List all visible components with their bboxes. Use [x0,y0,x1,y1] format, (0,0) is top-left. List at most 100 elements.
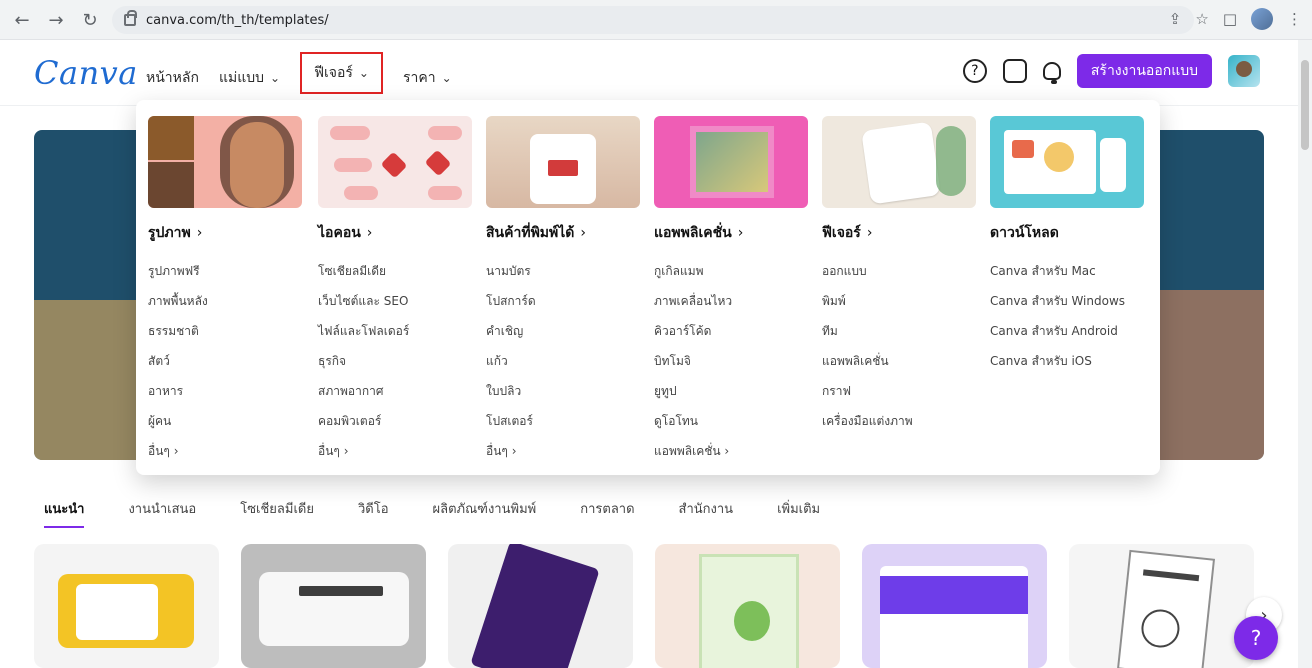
menu-link[interactable]: Canva สำหรับ Android [990,316,1150,346]
menu-column-title[interactable]: ฟีเจอร์ › [822,222,976,244]
scrollbar-thumb[interactable] [1301,60,1309,150]
gear-icon[interactable] [1002,59,1027,83]
menu-column-title[interactable]: รูปภาพ › [148,222,302,244]
menu-link[interactable]: โซเชียลมีเดีย [318,256,472,286]
profile-avatar-icon[interactable] [1251,8,1273,30]
menu-link[interactable]: ยูทูป [654,376,808,406]
menu-column-title[interactable]: ดาวน์โหลด [990,222,1150,244]
menu-link[interactable]: Canva สำหรับ Mac [990,256,1150,286]
apps-thumbnail[interactable] [654,116,808,208]
chevron-down-icon: ⌄ [358,66,369,80]
url-text: canva.com/th_th/templates/ [146,12,329,28]
menu-link[interactable]: เครื่องมือแต่งภาพ [822,406,976,436]
menu-link[interactable]: ไฟล์และโฟลเดอร์ [318,316,472,346]
menu-link-label: อื่นๆ [148,444,170,458]
nav-item-templates[interactable]: แม่แบบ ⌄ [219,67,280,89]
menu-link[interactable]: ทีม [822,316,976,346]
bell-icon[interactable] [1042,62,1061,84]
photos-thumbnail[interactable] [148,116,302,208]
template-card[interactable] [1069,544,1254,668]
help-icon[interactable]: ? [962,59,987,83]
menu-link[interactable]: ธรรมชาติ [148,316,302,346]
tab-presentations[interactable]: งานนำเสนอ [128,498,196,528]
menu-column-title[interactable]: ไอคอน › [318,222,472,244]
menu-link[interactable]: ใบปลิว [486,376,640,406]
template-card[interactable] [862,544,1047,668]
menu-column-features: ฟีเจอร์ › ออกแบบ พิมพ์ ทีม แอพพลิเคชั่น … [822,116,976,436]
menu-link[interactable]: โปสการ์ด [486,286,640,316]
template-card[interactable] [448,544,633,668]
menu-link[interactable]: Canva สำหรับ iOS [990,346,1150,376]
help-fab-button[interactable]: ? [1234,616,1278,660]
menu-link[interactable]: แอพพลิเคชั่น [822,346,976,376]
menu-link[interactable]: สภาพอากาศ [318,376,472,406]
template-card[interactable] [241,544,426,668]
star-icon[interactable]: ☆ [1195,10,1208,28]
menu-link[interactable]: นามบัตร [486,256,640,286]
menu-link[interactable]: เว็บไซต์และ SEO [318,286,472,316]
menu-link[interactable]: คิวอาร์โค้ด [654,316,808,346]
tab-recommended[interactable]: แนะนำ [44,498,85,528]
menu-link[interactable]: ดูโอโทน [654,406,808,436]
nav-item-pricing[interactable]: ราคา ⌄ [403,67,452,89]
printables-thumbnail[interactable] [486,116,640,208]
share-icon[interactable]: ⇪ [1169,10,1182,28]
menu-link[interactable]: ผู้คน [148,406,302,436]
nav-item-features[interactable]: ฟีเจอร์ ⌄ [300,52,383,94]
menu-link[interactable]: Canva สำหรับ Windows [990,286,1150,316]
menu-link[interactable]: คอมพิวเตอร์ [318,406,472,436]
downloads-thumbnail[interactable] [990,116,1144,208]
browser-actions: ⇪ ☆ □ ⋮ [1169,8,1302,30]
menu-column-title[interactable]: แอพพลิเคชั่น › [654,222,808,244]
menu-icon[interactable]: ⋮ [1287,10,1302,28]
menu-link-more[interactable]: อื่นๆ › [486,436,640,466]
template-card[interactable] [655,544,840,668]
menu-link[interactable]: ธุรกิจ [318,346,472,376]
menu-link[interactable]: พิมพ์ [822,286,976,316]
menu-link-more[interactable]: แอพพลิเคชั่น › [654,436,808,466]
canva-logo[interactable]: Canva [34,54,138,92]
menu-link[interactable]: โปสเตอร์ [486,406,640,436]
menu-link[interactable]: รูปภาพฟรี [148,256,302,286]
menu-link[interactable]: ภาพพื้นหลัง [148,286,302,316]
menu-link[interactable]: อาหาร [148,376,302,406]
back-icon[interactable]: ← [10,8,34,32]
menu-link-more[interactable]: อื่นๆ › [318,436,472,466]
forward-icon[interactable]: → [44,8,68,32]
address-bar[interactable]: canva.com/th_th/templates/ [112,6,1194,34]
menu-link[interactable]: ออกแบบ [822,256,976,286]
menu-link[interactable]: สัตว์ [148,346,302,376]
refresh-icon[interactable]: ↻ [78,8,102,32]
column-title-text: ไอคอน [318,225,361,241]
tab-video[interactable]: วิดีโอ [358,498,389,528]
tab-more[interactable]: เพิ่มเติม [777,498,820,528]
window-icon[interactable]: □ [1223,10,1237,28]
icons-thumbnail[interactable] [318,116,472,208]
menu-column-printables: สินค้าที่พิมพ์ได้ › นามบัตร โปสการ์ด คำเ… [486,116,640,466]
menu-link[interactable]: กูเกิลแมพ [654,256,808,286]
template-cards-row [34,544,1254,668]
tab-office[interactable]: สำนักงาน [679,498,734,528]
tab-print-products[interactable]: ผลิตภัณฑ์งานพิมพ์ [433,498,537,528]
column-title-text: ดาวน์โหลด [990,225,1059,241]
avatar[interactable] [1228,55,1260,87]
column-title-text: รูปภาพ [148,225,191,241]
menu-link[interactable]: บิทโมจิ [654,346,808,376]
menu-column-title[interactable]: สินค้าที่พิมพ์ได้ › [486,222,640,244]
menu-link[interactable]: ภาพเคลื่อนไหว [654,286,808,316]
menu-link[interactable]: แก้ว [486,346,640,376]
nav-item-home[interactable]: หน้าหลัก [146,67,199,89]
template-card[interactable] [34,544,219,668]
tab-social-media[interactable]: โซเชียลมีเดีย [240,498,314,528]
features-thumbnail[interactable] [822,116,976,208]
menu-link[interactable]: กราฟ [822,376,976,406]
tab-marketing[interactable]: การตลาด [580,498,634,528]
chevron-right-icon: › [580,225,586,241]
features-dropdown: รูปภาพ › รูปภาพฟรี ภาพพื้นหลัง ธรรมชาติ … [136,100,1160,475]
chevron-right-icon: › [173,444,179,458]
chevron-right-icon: › [366,225,373,241]
menu-link[interactable]: คำเชิญ [486,316,640,346]
page-scrollbar[interactable] [1298,40,1312,668]
menu-link-more[interactable]: อื่นๆ › [148,436,302,466]
create-design-button[interactable]: สร้างงานออกแบบ [1076,54,1212,88]
